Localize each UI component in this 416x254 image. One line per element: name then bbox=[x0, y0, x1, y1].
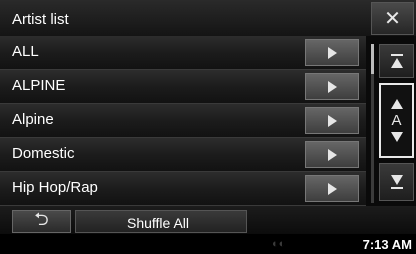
play-button[interactable] bbox=[305, 175, 359, 202]
shuffle-all-button[interactable]: Shuffle All bbox=[75, 210, 247, 233]
triangle-down-icon bbox=[390, 132, 403, 142]
list-item-label: ALPINE bbox=[12, 77, 66, 94]
play-button[interactable] bbox=[305, 39, 359, 66]
page-down-icon bbox=[390, 175, 403, 189]
close-icon: ✕ bbox=[384, 8, 401, 30]
play-triangle-icon bbox=[327, 182, 337, 195]
play-button[interactable] bbox=[305, 107, 359, 134]
list-item-label: ALL bbox=[12, 43, 39, 60]
scrollbar[interactable] bbox=[371, 44, 374, 203]
play-button[interactable] bbox=[305, 141, 359, 168]
close-button[interactable]: ✕ bbox=[371, 2, 414, 35]
status-bar bbox=[0, 234, 416, 254]
shuffle-all-label: Shuffle All bbox=[127, 215, 190, 231]
back-arrow-icon: ⮌ bbox=[34, 208, 49, 229]
play-triangle-icon bbox=[327, 114, 337, 127]
page-up-icon bbox=[390, 54, 403, 68]
header-bar: Artist list ✕ bbox=[0, 0, 416, 36]
page-up-button[interactable] bbox=[379, 44, 414, 78]
play-button[interactable] bbox=[305, 73, 359, 100]
back-button[interactable]: ⮌ bbox=[12, 209, 71, 233]
list-item[interactable]: Domestic bbox=[0, 138, 366, 172]
clock: 7:13 AM bbox=[362, 237, 412, 252]
list-item[interactable]: Hip Hop/Rap bbox=[0, 172, 366, 206]
scrollbar-thumb[interactable] bbox=[371, 44, 374, 74]
list-item-label: Domestic bbox=[12, 145, 75, 162]
list-item[interactable]: Alpine bbox=[0, 104, 366, 138]
play-triangle-icon bbox=[327, 80, 337, 93]
page-down-button[interactable] bbox=[379, 163, 414, 201]
list-item[interactable]: ALL bbox=[0, 36, 366, 70]
list-item-label: Alpine bbox=[12, 111, 54, 128]
status-indicator: ◐◐ bbox=[272, 238, 286, 250]
list-item[interactable]: ALPINE bbox=[0, 70, 366, 104]
play-triangle-icon bbox=[327, 46, 337, 59]
list-item-label: Hip Hop/Rap bbox=[12, 179, 98, 196]
alphabet-letter: A bbox=[391, 112, 402, 129]
page-title: Artist list bbox=[12, 11, 69, 28]
alphabet-search-button[interactable]: A bbox=[379, 83, 414, 158]
triangle-up-icon bbox=[390, 99, 403, 109]
play-triangle-icon bbox=[327, 148, 337, 161]
artist-list: ALL ALPINE Alpine Domestic Hip Hop/Rap bbox=[0, 36, 366, 206]
